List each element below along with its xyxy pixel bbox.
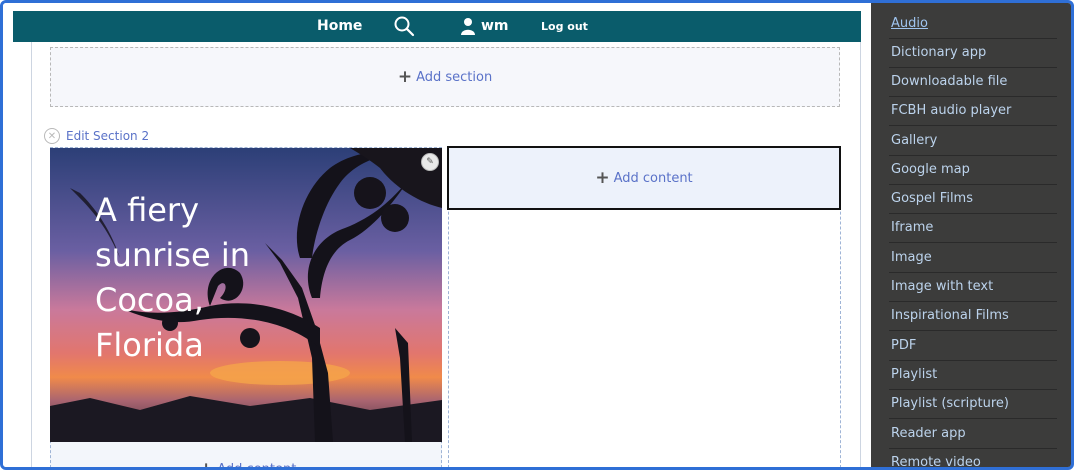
menu-item-label: Iframe — [891, 220, 934, 235]
menu-item-label: Gallery — [891, 133, 938, 148]
add-content-label: Add content — [613, 170, 693, 186]
edit-section-label: Edit Section 2 — [66, 129, 150, 143]
menu-item-label: Inspirational Films — [891, 308, 1009, 323]
menu-item-inspirational-films[interactable]: Inspirational Films — [889, 303, 1057, 331]
hero-image-block[interactable]: A fiery sunrise in Cocoa, Florida — [50, 148, 442, 442]
menu-item-downloadable-file[interactable]: Downloadable file — [889, 69, 1057, 97]
block-type-menu: Audio Dictionary app Downloadable file F… — [871, 3, 1071, 470]
add-content-button[interactable]: + Add content — [447, 146, 841, 210]
menu-item-google-map[interactable]: Google map — [889, 157, 1057, 185]
user-icon — [460, 17, 476, 35]
plus-icon: + — [199, 459, 214, 470]
edit-pencil-icon[interactable]: ✎ — [421, 153, 439, 171]
username-link[interactable]: wm — [481, 18, 509, 34]
menu-item-gallery[interactable]: Gallery — [889, 128, 1057, 156]
add-section-button[interactable]: + Add section — [50, 47, 840, 107]
menu-item-label: Playlist (scripture) — [891, 396, 1010, 411]
menu-item-label: Image with text — [891, 279, 994, 294]
menu-item-label: Reader app — [891, 426, 966, 441]
search-icon[interactable] — [393, 15, 415, 37]
menu-item-label: Gospel Films — [891, 191, 973, 206]
hero-overlay-text: A fiery sunrise in Cocoa, Florida — [95, 191, 250, 364]
menu-item-playlist-scripture[interactable]: Playlist (scripture) — [889, 391, 1057, 419]
menu-item-remote-video[interactable]: Remote video — [889, 450, 1057, 470]
add-section-label: Add section — [416, 69, 493, 85]
menu-item-label: Audio — [891, 16, 928, 31]
menu-item-label: Downloadable file — [891, 74, 1008, 89]
menu-item-playlist[interactable]: Playlist — [889, 362, 1057, 390]
menu-item-label: Image — [891, 250, 932, 265]
page-editor: Home wm Log out + Add section ✕ Edit Sec… — [3, 3, 871, 470]
logout-link[interactable]: Log out — [541, 20, 588, 33]
content-left-border — [31, 42, 32, 467]
menu-item-audio[interactable]: Audio — [889, 11, 1057, 39]
home-link[interactable]: Home — [317, 18, 362, 34]
top-navigation-bar: Home wm Log out — [13, 11, 861, 42]
menu-item-label: Playlist — [891, 367, 938, 382]
plus-icon: + — [595, 167, 610, 188]
add-content-button-lower[interactable]: + Add content — [199, 459, 297, 470]
menu-item-pdf[interactable]: PDF — [889, 333, 1057, 361]
plus-icon: + — [397, 66, 413, 87]
menu-item-label: Remote video — [891, 455, 981, 470]
close-circle-icon[interactable]: ✕ — [44, 128, 60, 144]
menu-item-fcbh-audio-player[interactable]: FCBH audio player — [889, 98, 1057, 126]
menu-item-gospel-films[interactable]: Gospel Films — [889, 186, 1057, 214]
menu-item-label: Google map — [891, 162, 970, 177]
menu-item-label: Dictionary app — [891, 45, 987, 60]
menu-item-image-with-text[interactable]: Image with text — [889, 274, 1057, 302]
content-right-border — [860, 42, 861, 467]
edit-section-link[interactable]: ✕ Edit Section 2 — [44, 127, 149, 145]
add-content-lower-label: Add content — [217, 462, 297, 470]
menu-item-dictionary-app[interactable]: Dictionary app — [889, 40, 1057, 68]
menu-item-label: FCBH audio player — [891, 103, 1012, 118]
menu-item-label: PDF — [891, 338, 917, 353]
menu-item-image[interactable]: Image — [889, 245, 1057, 273]
screenshot-frame: Home wm Log out + Add section ✕ Edit Sec… — [0, 0, 1074, 470]
menu-item-reader-app[interactable]: Reader app — [889, 421, 1057, 449]
menu-item-iframe[interactable]: Iframe — [889, 215, 1057, 243]
